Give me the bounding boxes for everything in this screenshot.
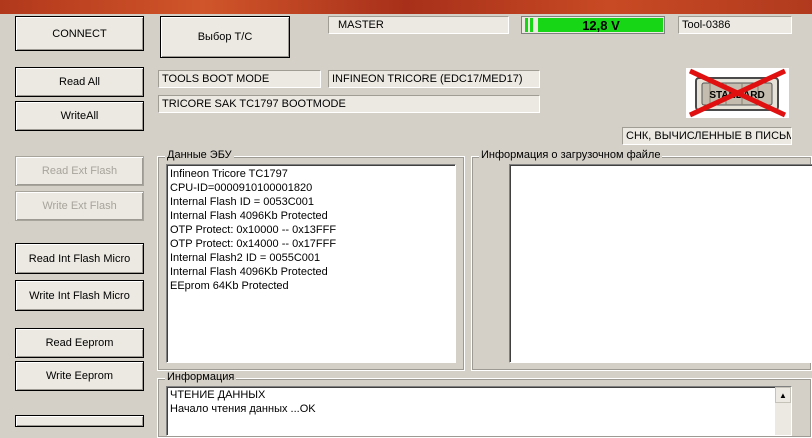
boot-file-list[interactable] xyxy=(509,164,812,363)
list-item: Internal Flash 4096Kb Protected xyxy=(170,266,328,278)
log-scrollbar[interactable]: ▲ xyxy=(775,387,791,435)
write-int-flash-button[interactable]: Write Int Flash Micro xyxy=(15,280,144,311)
read-eeprom-button[interactable]: Read Eeprom xyxy=(15,328,144,358)
read-all-button[interactable]: Read All xyxy=(15,67,144,97)
partial-button[interactable] xyxy=(15,415,144,427)
background-strip xyxy=(0,0,812,14)
list-item: Начало чтения данных ...OK xyxy=(170,403,316,415)
mode-field: MASTER xyxy=(328,16,509,34)
list-item: Infineon Tricore TC1797 xyxy=(170,168,288,180)
voltage-segment xyxy=(525,18,528,32)
select-vehicle-button[interactable]: Выбор Т/С xyxy=(160,16,290,58)
cpu-mode-field: TRICORE SAK TC1797 BOOTMODE xyxy=(158,95,540,113)
voltage-indicator: 12,8 V xyxy=(521,16,665,34)
list-item: Internal Flash 4096Kb Protected xyxy=(170,210,328,222)
list-item: CPU-ID=0000910100001820 xyxy=(170,182,313,194)
voltage-segment xyxy=(530,18,533,32)
list-item: OTP Protect: 0x10000 -- 0x13FFF xyxy=(170,224,337,236)
ecu-family-field: INFINEON TRICORE (EDC17/MED17) xyxy=(328,70,540,88)
read-ext-flash-button[interactable]: Read Ext Flash xyxy=(15,156,144,186)
list-item: Internal Flash ID = 0053C001 xyxy=(170,196,315,208)
ecu-data-group: Данные ЭБУ Infineon Tricore TC1797 CPU-ID… xyxy=(157,149,465,371)
log-group: Информация ▲ ЧТЕНИЕ ДАННЫХ Начало чтения … xyxy=(157,371,812,438)
ecu-data-title: Данные ЭБУ xyxy=(165,149,234,161)
write-eeprom-button[interactable]: Write Eeprom xyxy=(15,361,144,391)
ecu-data-list[interactable]: Infineon Tricore TC1797 CPU-ID=0000910100… xyxy=(166,164,456,363)
list-item: OTP Protect: 0x14000 -- 0x17FFF xyxy=(170,238,337,250)
log-list[interactable]: ▲ ЧТЕНИЕ ДАННЫХ Начало чтения данных ...O… xyxy=(166,386,792,436)
voltage-value: 12,8 V xyxy=(582,17,620,33)
log-title: Информация xyxy=(165,371,237,383)
write-all-button[interactable]: WriteAll xyxy=(15,101,144,131)
standard-crossed-icon: STANDARD xyxy=(686,68,789,118)
checksum-field: СНК, ВЫЧИСЛЕННЫЕ В ПИСЬМЕН xyxy=(622,127,792,145)
connect-button[interactable]: CONNECT xyxy=(15,16,144,51)
boot-file-title: Информация о загрузочном файле xyxy=(479,149,663,161)
list-item: EEprom 64Kb Protected xyxy=(170,280,289,292)
read-int-flash-button[interactable]: Read Int Flash Micro xyxy=(15,243,144,274)
list-item: Internal Flash2 ID = 0055C001 xyxy=(170,252,321,264)
list-item: ЧТЕНИЕ ДАННЫХ xyxy=(170,389,266,401)
boot-file-group: Информация о загрузочном файле xyxy=(471,149,812,371)
boot-mode-field: TOOLS BOOT MODE xyxy=(158,70,321,88)
write-ext-flash-button[interactable]: Write Ext Flash xyxy=(15,191,144,221)
tool-id-field: Tool-0386 xyxy=(678,16,792,34)
scroll-up-icon[interactable]: ▲ xyxy=(775,387,791,403)
